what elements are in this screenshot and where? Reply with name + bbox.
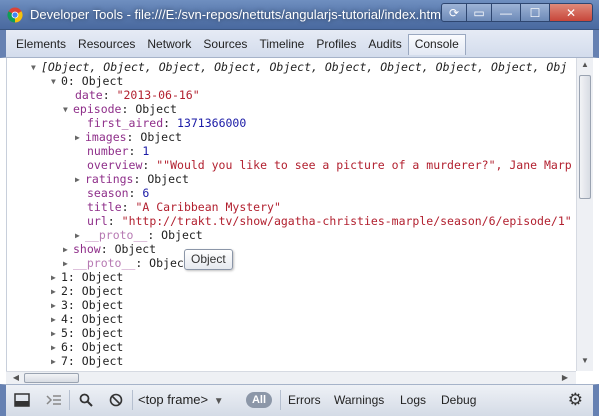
horizontal-scroll-thumb[interactable] bbox=[24, 373, 79, 383]
tree-row-item2[interactable]: ▶ 2: Object bbox=[51, 284, 123, 298]
array-summary-row[interactable]: ▼ [Object, Object, Object, Object, Object… bbox=[31, 60, 567, 74]
tree-row-episode-proto[interactable]: ▶ __proto__: Object bbox=[75, 228, 203, 242]
tree-row-first-aired: first_aired: 1371366000 bbox=[87, 116, 247, 130]
expand-triangle-icon[interactable]: ▶ bbox=[51, 341, 61, 355]
maximize-button[interactable]: ☐ bbox=[520, 3, 550, 22]
minimize-button[interactable]: — bbox=[491, 3, 521, 22]
filter-all-button[interactable]: All bbox=[246, 392, 272, 408]
expand-triangle-icon[interactable]: ▶ bbox=[51, 355, 61, 369]
gear-icon[interactable]: ⚙ bbox=[568, 390, 583, 410]
tree-row-item7[interactable]: ▶ 7: Object bbox=[51, 354, 123, 368]
expand-triangle-icon[interactable]: ▶ bbox=[75, 173, 85, 187]
console-output: ▼ [Object, Object, Object, Object, Object… bbox=[6, 58, 593, 371]
tree-row-episode[interactable]: ▼ episode: Object bbox=[63, 102, 177, 116]
devtools-tabbar: Elements Resources Network Sources Timel… bbox=[0, 30, 599, 58]
expand-triangle-icon[interactable]: ▶ bbox=[51, 271, 61, 285]
expand-triangle-icon[interactable]: ▶ bbox=[75, 131, 85, 145]
expand-triangle-icon[interactable]: ▶ bbox=[51, 327, 61, 341]
scroll-up-icon[interactable]: ▲ bbox=[577, 60, 593, 69]
scroll-left-icon[interactable]: ◀ bbox=[8, 373, 24, 382]
filter-errors-button[interactable]: Errors bbox=[288, 390, 321, 410]
expand-triangle-icon[interactable]: ▼ bbox=[51, 75, 61, 89]
expand-triangle-icon[interactable]: ▶ bbox=[51, 299, 61, 313]
tree-row-images[interactable]: ▶ images: Object bbox=[75, 130, 182, 144]
expand-triangle-icon[interactable]: ▼ bbox=[63, 103, 73, 117]
dock-icon[interactable]: ▭ bbox=[466, 3, 492, 22]
horizontal-scrollbar[interactable]: ◀ ▶ bbox=[6, 371, 576, 384]
chrome-icon bbox=[7, 7, 23, 23]
refresh-icon[interactable]: ⟳ bbox=[441, 3, 467, 22]
expand-triangle-icon[interactable]: ▶ bbox=[63, 257, 73, 271]
tree-row-number: number: 1 bbox=[87, 144, 150, 158]
expand-triangle-icon[interactable]: ▼ bbox=[31, 61, 41, 75]
tab-elements[interactable]: Elements bbox=[10, 34, 72, 55]
tree-row-url: url: "http://trakt.tv/show/agatha-christ… bbox=[87, 214, 572, 228]
window-titlebar: Developer Tools - file:///E:/svn-repos/n… bbox=[0, 0, 599, 30]
show-drawer-icon[interactable] bbox=[44, 390, 64, 410]
tab-timeline[interactable]: Timeline bbox=[253, 34, 310, 55]
scroll-right-icon[interactable]: ▶ bbox=[557, 373, 573, 382]
tab-profiles[interactable]: Profiles bbox=[310, 34, 362, 55]
tree-row-item5[interactable]: ▶ 5: Object bbox=[51, 326, 123, 340]
tree-row-item6[interactable]: ▶ 6: Object bbox=[51, 340, 123, 354]
tab-sources[interactable]: Sources bbox=[197, 34, 253, 55]
tree-row-item0[interactable]: ▼ 0: Object bbox=[51, 74, 123, 88]
tab-audits[interactable]: Audits bbox=[362, 34, 407, 55]
vertical-scrollbar[interactable]: ▲ ▼ bbox=[576, 58, 593, 371]
expand-triangle-icon[interactable]: ▶ bbox=[51, 285, 61, 299]
scroll-down-icon[interactable]: ▼ bbox=[577, 356, 593, 365]
divider bbox=[132, 390, 133, 410]
tab-resources[interactable]: Resources bbox=[72, 34, 141, 55]
close-button[interactable]: ✕ bbox=[549, 3, 593, 22]
tab-console[interactable]: Console bbox=[407, 34, 466, 55]
chevron-down-icon: ▼ bbox=[213, 396, 224, 407]
filter-warnings-button[interactable]: Warnings bbox=[334, 390, 384, 410]
tree-row-season: season: 6 bbox=[87, 186, 150, 200]
dock-to-main-icon[interactable] bbox=[12, 390, 32, 410]
expand-triangle-icon[interactable]: ▶ bbox=[63, 243, 73, 257]
expand-triangle-icon[interactable]: ▶ bbox=[51, 313, 61, 327]
frame-select[interactable]: <top frame> ▼ bbox=[138, 390, 224, 410]
search-icon[interactable] bbox=[76, 390, 96, 410]
filter-debug-button[interactable]: Debug bbox=[441, 390, 476, 410]
expand-triangle-icon[interactable]: ▶ bbox=[75, 229, 85, 243]
tree-row-item4[interactable]: ▶ 4: Object bbox=[51, 312, 123, 326]
object-tooltip: Object bbox=[184, 249, 233, 270]
tree-row-overview: overview: ""Would you like to see a pict… bbox=[87, 158, 572, 172]
window-title: Developer Tools - file:///E:/svn-repos/n… bbox=[30, 7, 455, 22]
tab-network[interactable]: Network bbox=[141, 34, 197, 55]
tree-row-ratings[interactable]: ▶ ratings: Object bbox=[75, 172, 189, 186]
vertical-scroll-thumb[interactable] bbox=[579, 75, 591, 199]
tree-row-item0-proto[interactable]: ▶ __proto__: Object bbox=[63, 256, 191, 270]
devtools-statusbar: <top frame> ▼ All Errors Warnings Logs D… bbox=[0, 384, 599, 416]
filter-logs-button[interactable]: Logs bbox=[400, 390, 426, 410]
tree-row-item3[interactable]: ▶ 3: Object bbox=[51, 298, 123, 312]
clear-console-icon[interactable] bbox=[106, 390, 126, 410]
tree-row-show[interactable]: ▶ show: Object bbox=[63, 242, 156, 256]
tree-row-item1[interactable]: ▶ 1: Object bbox=[51, 270, 123, 284]
divider bbox=[69, 390, 70, 410]
tree-row-date: date: "2013-06-16" bbox=[75, 88, 200, 102]
divider bbox=[280, 390, 281, 410]
tree-row-title: title: "A Caribbean Mystery" bbox=[87, 200, 281, 214]
